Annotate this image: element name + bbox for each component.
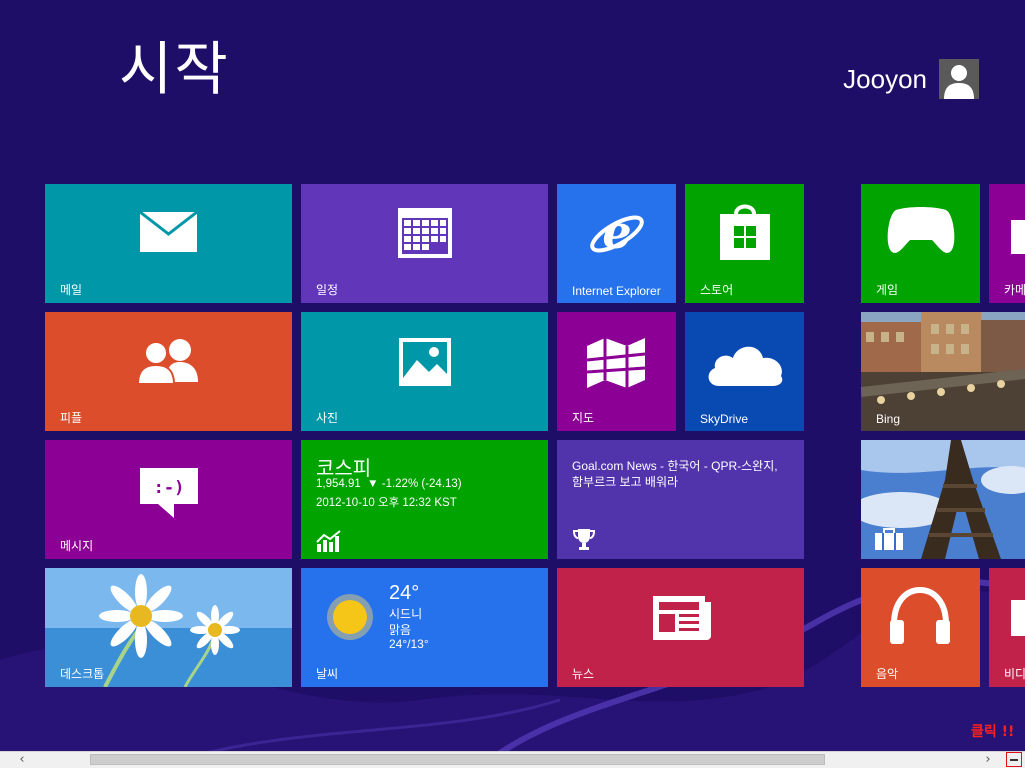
stock-change: ▼ -1.22% (-24.13) bbox=[367, 478, 462, 490]
tile-label: 음악 bbox=[876, 667, 899, 681]
video-icon bbox=[1011, 600, 1025, 636]
tile-messaging[interactable]: :-) 메시지 bbox=[45, 440, 292, 559]
store-icon bbox=[720, 204, 770, 260]
tile-camera[interactable]: 카메 bbox=[989, 184, 1025, 303]
tile-label: 메일 bbox=[60, 283, 83, 297]
scroll-left-arrow[interactable]: ‹ bbox=[14, 752, 30, 768]
tile-label: 사진 bbox=[316, 411, 339, 425]
tile-photos[interactable]: 사진 bbox=[301, 312, 548, 431]
tile-label: 지도 bbox=[572, 411, 595, 425]
scroll-thumb[interactable] bbox=[90, 754, 825, 765]
tile-news[interactable]: 뉴스 bbox=[557, 568, 804, 687]
tile-music[interactable]: 음악 bbox=[861, 568, 980, 687]
gamepad-icon bbox=[887, 207, 955, 253]
tile-sports-news[interactable]: Goal.com News - 한국어 - QPR-스완지, 함부르크 보고 배… bbox=[557, 440, 804, 559]
tile-travel[interactable] bbox=[861, 440, 1025, 559]
message-bubble-icon: :-) bbox=[140, 468, 198, 518]
tile-people[interactable]: 피플 bbox=[45, 312, 292, 431]
weather-range: 24°/13° bbox=[389, 637, 429, 651]
tile-store[interactable]: 스토어 bbox=[685, 184, 804, 303]
weather-condition: 맑음 bbox=[389, 623, 412, 637]
tile-bing[interactable]: Bing bbox=[861, 312, 1025, 431]
stock-timestamp: 2012-10-10 오후 12:32 KST bbox=[316, 497, 457, 509]
tile-games[interactable]: 게임 bbox=[861, 184, 980, 303]
tile-mail[interactable]: 메일 bbox=[45, 184, 292, 303]
sun-icon bbox=[327, 594, 373, 640]
newspaper-icon bbox=[653, 596, 711, 640]
photo-icon bbox=[399, 338, 451, 386]
tile-label: 일정 bbox=[316, 283, 339, 297]
click-annotation: 클릭 !! bbox=[971, 724, 1015, 740]
map-icon bbox=[586, 338, 646, 388]
mail-icon bbox=[140, 212, 197, 252]
semantic-zoom-button[interactable] bbox=[1006, 752, 1022, 767]
scroll-right-arrow[interactable]: › bbox=[980, 752, 996, 768]
user-account[interactable]: Jooyon bbox=[843, 59, 979, 99]
suitcase-icon bbox=[875, 528, 903, 550]
tile-maps[interactable]: 지도 bbox=[557, 312, 676, 431]
weather-city: 시드니 bbox=[389, 607, 423, 621]
cloud-icon bbox=[708, 346, 783, 386]
tile-label: 날씨 bbox=[316, 667, 339, 681]
tile-label: 스토어 bbox=[700, 283, 734, 297]
people-icon bbox=[136, 339, 198, 384]
user-silhouette-icon bbox=[944, 65, 974, 99]
tile-calendar[interactable]: 일정 bbox=[301, 184, 548, 303]
stock-quote-line: 1,954.91 ▼ -1.22% (-24.13) bbox=[316, 478, 462, 490]
camera-icon bbox=[1011, 220, 1025, 254]
tile-label: 비디 bbox=[1004, 667, 1025, 681]
tile-label: 피플 bbox=[60, 411, 83, 425]
avatar[interactable] bbox=[939, 59, 979, 99]
svg-text:e: e bbox=[602, 205, 631, 259]
tile-finance[interactable]: 코스피 1,954.91 ▼ -1.22% (-24.13) 2012-10-1… bbox=[301, 440, 548, 559]
tile-label: 게임 bbox=[876, 283, 899, 297]
tile-label: Internet Explorer bbox=[572, 284, 661, 298]
tile-video[interactable]: 비디 bbox=[989, 568, 1025, 687]
user-name: Jooyon bbox=[843, 63, 927, 94]
page-title: 시작 bbox=[119, 35, 230, 103]
chart-icon bbox=[316, 530, 341, 552]
headphones-icon bbox=[890, 586, 950, 644]
tile-label: SkyDrive bbox=[700, 412, 749, 426]
news-headline: Goal.com News - 한국어 - QPR-스완지, 함부르크 보고 배… bbox=[572, 459, 778, 489]
tile-desktop[interactable]: 데스크톱 bbox=[45, 568, 292, 687]
tile-label: 메시지 bbox=[60, 539, 94, 553]
svg-text::-): :-) bbox=[154, 478, 185, 498]
tile-internet-explorer[interactable]: e Internet Explorer bbox=[557, 184, 676, 303]
weather-temp: 24° bbox=[389, 582, 420, 604]
tile-label: Bing bbox=[876, 412, 901, 426]
tile-label: 데스크톱 bbox=[60, 667, 105, 681]
stock-index-name: 코스피 bbox=[316, 456, 372, 480]
tile-skydrive[interactable]: SkyDrive bbox=[685, 312, 804, 431]
tile-weather[interactable]: 24° 시드니 맑음 24°/13° 날씨 bbox=[301, 568, 548, 687]
stock-quote: 1,954.91 bbox=[316, 478, 361, 490]
tile-label: 카메 bbox=[1004, 283, 1025, 297]
horizontal-scrollbar[interactable]: ‹ › bbox=[0, 751, 1025, 768]
tile-label: 뉴스 bbox=[572, 667, 595, 681]
calendar-icon bbox=[398, 208, 452, 258]
ie-icon: e bbox=[590, 205, 644, 259]
trophy-icon bbox=[573, 529, 595, 550]
minus-icon bbox=[1010, 759, 1018, 761]
